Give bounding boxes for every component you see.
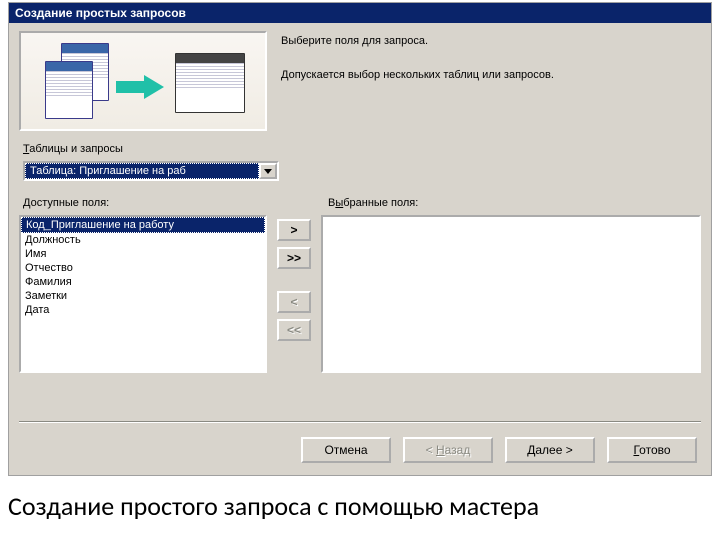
available-listbox[interactable]: Код_Приглашение на работуДолжностьИмяОтч… <box>19 215 267 373</box>
cancel-button[interactable]: Отмена <box>301 437 391 463</box>
wizard-illustration <box>19 31 267 131</box>
source-label: Таблицы и запросы <box>23 143 701 155</box>
window-title: Создание простых запросов <box>15 6 186 20</box>
remove-all-button[interactable]: << <box>277 319 311 341</box>
top-row: Выберите поля для запроса. Допускается в… <box>19 31 701 131</box>
list-item[interactable]: Заметки <box>21 289 265 303</box>
content-area: Выберите поля для запроса. Допускается в… <box>9 23 711 475</box>
selected-listbox[interactable] <box>321 215 701 373</box>
remove-button[interactable]: < <box>277 291 311 313</box>
footer-buttons: Отмена < Назад Далее > Готово <box>301 437 697 463</box>
field-labels: Доступные поля: Выбранные поля: <box>19 197 701 209</box>
available-label: Доступные поля: <box>23 197 328 209</box>
add-all-button[interactable]: >> <box>277 247 311 269</box>
slide-caption: Создание простого запроса с помощью маст… <box>8 490 539 522</box>
arrow-icon <box>144 75 164 99</box>
next-button[interactable]: Далее > <box>505 437 595 463</box>
add-button[interactable]: > <box>277 219 311 241</box>
list-item[interactable]: Отчество <box>21 261 265 275</box>
list-item[interactable]: Код_Приглашение на работу <box>21 217 265 233</box>
fields-row: Код_Приглашение на работуДолжностьИмяОтч… <box>19 215 701 373</box>
finish-button[interactable]: Готово <box>607 437 697 463</box>
intro-line1: Выберите поля для запроса. <box>281 35 701 47</box>
list-item[interactable]: Фамилия <box>21 275 265 289</box>
titlebar: Создание простых запросов <box>9 3 711 23</box>
intro-text: Выберите поля для запроса. Допускается в… <box>281 31 701 131</box>
back-button[interactable]: < Назад <box>403 437 493 463</box>
list-item[interactable]: Имя <box>21 247 265 261</box>
list-item[interactable]: Должность <box>21 233 265 247</box>
intro-line2: Допускается выбор нескольких таблиц или … <box>281 69 701 81</box>
chevron-down-icon[interactable] <box>259 163 277 179</box>
source-label-text: аблицы и запросы <box>29 143 123 155</box>
selected-label: Выбранные поля: <box>328 197 418 209</box>
source-combo[interactable]: Таблица: Приглашение на раб <box>23 161 279 181</box>
source-selected: Таблица: Приглашение на раб <box>25 163 259 179</box>
wizard-window: Создание простых запросов <box>8 2 712 476</box>
divider <box>19 421 701 423</box>
move-buttons: > >> < << <box>277 219 311 341</box>
list-item[interactable]: Дата <box>21 303 265 317</box>
